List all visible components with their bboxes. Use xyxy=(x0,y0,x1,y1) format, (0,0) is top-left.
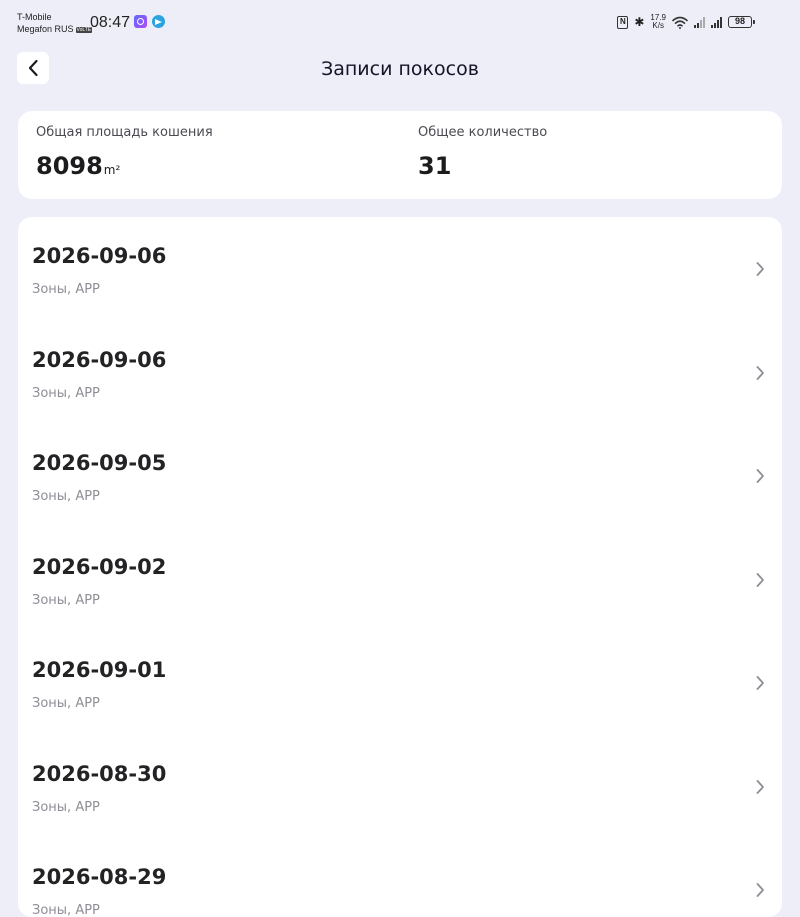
records-list: 2026-09-06 Зоны, APP 2026-09-06 Зоны, AP… xyxy=(18,217,782,917)
chevron-right-icon xyxy=(756,676,764,690)
record-row[interactable]: 2026-08-30 Зоны, APP xyxy=(18,735,782,839)
notification-icons xyxy=(134,15,165,28)
record-date: 2026-09-02 xyxy=(32,554,167,579)
record-subtitle: Зоны, APP xyxy=(32,903,100,917)
chevron-right-icon xyxy=(756,779,764,794)
signal-icon-sim2 xyxy=(711,16,722,28)
total-area-label: Общая площадь кошения xyxy=(36,125,213,140)
telegram-icon xyxy=(152,15,165,28)
record-date: 2026-09-06 xyxy=(32,347,167,372)
record-date: 2026-08-29 xyxy=(32,865,167,889)
record-subtitle: Зоны, APP xyxy=(32,282,100,297)
app-notification-icon xyxy=(134,15,147,28)
chevron-right-icon xyxy=(756,572,764,587)
total-count-block: Общее количество 31 xyxy=(418,125,547,181)
record-date: 2026-09-05 xyxy=(32,451,167,475)
wifi-icon xyxy=(672,16,688,29)
carrier-2: Megafon RUS xyxy=(17,24,74,34)
record-row[interactable]: 2026-09-05 Зоны, APP xyxy=(18,424,782,528)
battery-level: 98 xyxy=(734,16,745,26)
record-date: 2026-08-30 xyxy=(32,761,167,786)
chevron-right-icon xyxy=(756,469,764,483)
total-count-value: 31 xyxy=(418,152,452,180)
record-row[interactable]: 2026-08-29 Зоны, APP xyxy=(18,838,782,917)
record-subtitle: Зоны, APP xyxy=(32,385,100,401)
page-title: Записи покосов xyxy=(321,58,479,80)
status-time: 08:47 xyxy=(90,14,131,31)
chevron-right-icon xyxy=(756,365,764,380)
carrier-info: T-Mobile Megafon RUS VoLTE xyxy=(17,11,93,35)
signal-icon-sim1 xyxy=(694,16,705,28)
net-speed-unit: K/s xyxy=(652,21,664,30)
record-row[interactable]: 2026-09-01 Зоны, APP xyxy=(18,631,782,735)
system-icons: N ✱ 17.9 K/s 98 xyxy=(617,14,755,30)
carrier-1: T-Mobile xyxy=(17,12,52,22)
nfc-icon: N xyxy=(617,15,629,29)
record-row[interactable]: 2026-09-06 Зоны, APP xyxy=(18,321,782,425)
record-row[interactable]: 2026-09-06 Зоны, APP xyxy=(18,217,782,321)
record-subtitle: Зоны, APP xyxy=(32,696,100,711)
chevron-right-icon xyxy=(756,883,764,897)
chevron-right-icon xyxy=(756,262,764,276)
network-speed: 17.9 K/s xyxy=(650,14,666,30)
total-area-unit: m² xyxy=(103,163,121,177)
battery-icon: 98 xyxy=(728,16,755,28)
status-bar: T-Mobile Megafon RUS VoLTE 08:47 N ✱ 17.9… xyxy=(0,0,800,44)
total-area-block: Общая площадь кошения 8098m² xyxy=(36,125,213,185)
record-subtitle: Зоны, APP xyxy=(32,799,100,815)
record-date: 2026-09-01 xyxy=(32,658,167,682)
record-subtitle: Зоны, APP xyxy=(32,489,100,504)
record-date: 2026-09-06 xyxy=(32,244,167,268)
summary-card: Общая площадь кошения 8098m² Общее колич… xyxy=(18,111,782,199)
total-count-label: Общее количество xyxy=(418,125,548,140)
record-row[interactable]: 2026-09-02 Зоны, APP xyxy=(18,528,782,632)
total-area-value: 8098 xyxy=(36,152,103,180)
bluetooth-icon: ✱ xyxy=(634,15,645,29)
carrier-2-row: Megafon RUS VoLTE xyxy=(17,23,93,35)
record-subtitle: Зоны, APP xyxy=(32,592,100,608)
total-area-value-row: 8098m² xyxy=(36,151,213,185)
